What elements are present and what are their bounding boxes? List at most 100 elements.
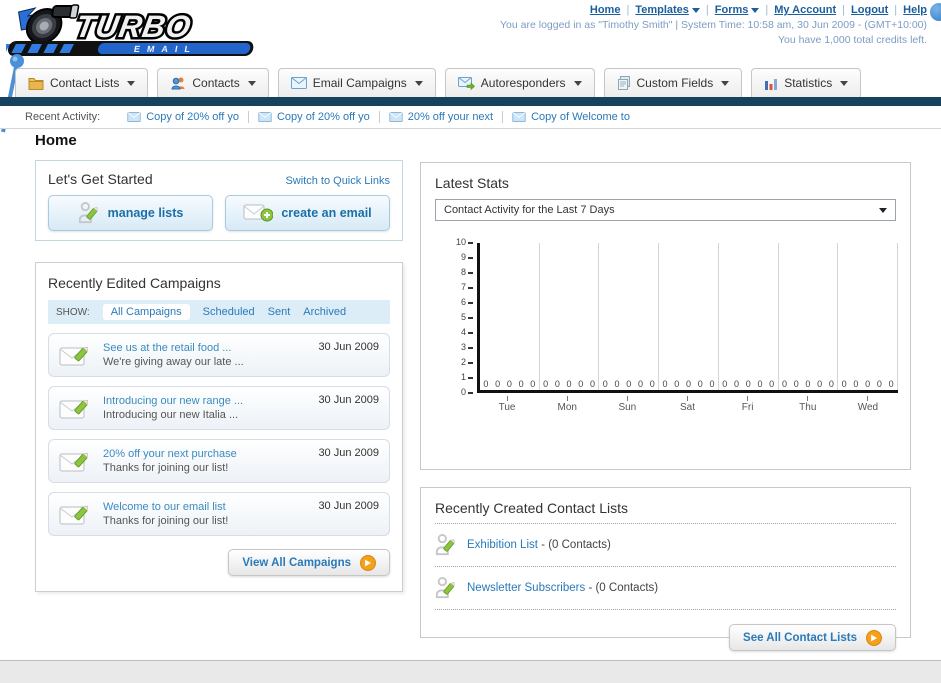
bar-value-label: 0 [566, 379, 572, 389]
contact-list-item[interactable]: Newsletter Subscribers - (0 Contacts) [435, 574, 896, 602]
bar-value-label: 0 [876, 379, 882, 389]
filter-scheduled[interactable]: Scheduled [203, 306, 255, 318]
manage-lists-button[interactable]: manage lists [48, 195, 213, 231]
bar-value-label: 0 [733, 379, 739, 389]
tab-statistics[interactable]: Statistics [751, 68, 862, 97]
bar-value-label: 0 [543, 379, 549, 389]
switch-to-quick-links[interactable]: Switch to Quick Links [285, 175, 390, 187]
bar-value-label: 0 [841, 379, 847, 389]
person-pencil-icon [78, 202, 98, 224]
create-an-email-button[interactable]: create an email [225, 195, 390, 231]
recent-activity-item[interactable]: Copy of 20% off yo [118, 111, 249, 123]
divider [435, 523, 896, 524]
people-icon [171, 77, 185, 90]
recent-activity-item[interactable]: Copy of Welcome to [503, 111, 639, 123]
top-link-forms[interactable]: Forms [715, 4, 749, 16]
chart-group: 00000 [599, 243, 660, 390]
campaign-filter-bar: SHOW: All Campaigns Scheduled Sent Archi… [48, 300, 390, 324]
x-axis-tick-label: Thu [778, 396, 838, 413]
tab-contacts[interactable]: Contacts [157, 68, 269, 97]
get-started-title: Let's Get Started [48, 171, 153, 187]
view-all-campaigns-button[interactable]: View All Campaigns [228, 549, 390, 576]
autoresponder-icon [457, 76, 475, 90]
bar-value-label: 0 [638, 379, 644, 389]
campaign-link[interactable]: Welcome to our email list [103, 500, 308, 514]
bar-value-label: 0 [793, 379, 799, 389]
filter-archived[interactable]: Archived [303, 306, 346, 318]
envelope-pencil-icon [59, 346, 88, 365]
contact-list-item[interactable]: Exhibition List - (0 Contacts) [435, 531, 896, 559]
envelope-pencil-icon [59, 399, 88, 418]
bar-value-label: 0 [745, 379, 751, 389]
campaign-row[interactable]: Introducing our new range ... Introducing… [48, 386, 390, 430]
bar-value-label: 0 [828, 379, 834, 389]
header-right: Home | Templates | Forms | My Account | Logout | H… [500, 4, 927, 46]
chart-group: 00000 [838, 243, 899, 390]
bar-value-label: 0 [722, 379, 728, 389]
campaign-row[interactable]: Welcome to our email list Thanks for join… [48, 492, 390, 536]
x-axis-tick-label: Tue [477, 396, 537, 413]
filter-all-campaigns[interactable]: All Campaigns [102, 304, 190, 320]
contact-list-link[interactable]: Newsletter Subscribers [467, 582, 585, 594]
recent-activity-item[interactable]: Copy of 20% off yo [249, 111, 380, 123]
bar-value-label: 0 [674, 379, 680, 389]
y-axis-tick-label: 3 [461, 342, 473, 352]
recent-activity-item[interactable]: 20% off your next [380, 111, 504, 123]
bar-value-label: 0 [649, 379, 655, 389]
y-axis-tick-label: 1 [461, 372, 473, 382]
campaign-row[interactable]: 20% off your next purchase Thanks for joi… [48, 439, 390, 483]
filter-sent[interactable]: Sent [268, 306, 291, 318]
chevron-down-icon [840, 80, 849, 86]
bar-value-label: 0 [518, 379, 524, 389]
bar-value-label: 0 [805, 379, 811, 389]
help-bubble-icon[interactable] [930, 3, 941, 21]
show-label: SHOW: [56, 306, 90, 318]
envelope-pencil-icon [59, 452, 88, 471]
top-link-logout[interactable]: Logout [851, 4, 888, 16]
svg-text:EMAIL: EMAIL [133, 44, 198, 54]
campaign-row[interactable]: See us at the retail food ... We're givin… [48, 333, 390, 377]
tab-autoresponders[interactable]: Autoresponders [444, 68, 595, 97]
bar-value-label: 0 [614, 379, 620, 389]
campaign-date: 30 Jun 2009 [318, 500, 379, 512]
recently-edited-campaigns-panel: Recently Edited Campaigns SHOW: All Camp… [35, 262, 403, 592]
stats-period-select[interactable]: Contact Activity for the Last 7 Days [435, 199, 896, 221]
top-link-home[interactable]: Home [590, 4, 621, 16]
chevron-down-icon [414, 80, 423, 86]
svg-text:TURBO: TURBO [73, 9, 194, 44]
campaign-subtitle: Introducing our new Italia ... [103, 409, 239, 421]
y-axis-tick-label: 4 [461, 327, 473, 337]
top-link-help[interactable]: Help [903, 4, 927, 16]
y-axis-tick-label: 0 [461, 387, 473, 397]
top-link-templates[interactable]: Templates [635, 4, 689, 16]
chart-group: 00000 [480, 243, 540, 390]
campaign-date: 30 Jun 2009 [318, 447, 379, 459]
y-axis-tick-label: 10 [456, 237, 473, 247]
campaign-link[interactable]: See us at the retail food ... [103, 341, 308, 355]
bar-value-label: 0 [495, 379, 501, 389]
envelope-plus-icon [243, 204, 274, 222]
y-axis-tick-label: 7 [461, 282, 473, 292]
campaign-link[interactable]: 20% off your next purchase [103, 447, 308, 461]
contact-lists-title: Recently Created Contact Lists [435, 500, 628, 516]
bar-value-label: 0 [769, 379, 775, 389]
x-axis-tick-label: Fri [718, 396, 778, 413]
campaign-link[interactable]: Introducing our new range ... [103, 394, 308, 408]
contact-list-link[interactable]: Exhibition List [467, 539, 538, 551]
main-tab-bar: Contact Lists Contacts Email Campaigns A… [15, 68, 862, 97]
app-logo[interactable]: TURBO EMAIL [0, 4, 276, 62]
y-axis-tick-label: 5 [461, 312, 473, 322]
see-all-contact-lists-button[interactable]: See All Contact Lists [729, 624, 896, 651]
page-title: Home [35, 132, 77, 149]
chart-y-axis: 0 1 2 3 4 5 6 7 8 9 10 [435, 237, 475, 397]
bar-value-label: 0 [590, 379, 596, 389]
chart-group: 00000 [719, 243, 779, 390]
person-pencil-icon [435, 534, 455, 556]
folder-icon [28, 77, 44, 90]
top-link-my-account[interactable]: My Account [774, 4, 836, 16]
tab-custom-fields[interactable]: Custom Fields [603, 68, 743, 97]
chart-group: 00000 [540, 243, 600, 390]
tab-email-campaigns[interactable]: Email Campaigns [277, 68, 436, 97]
envelope-icon [389, 112, 403, 122]
tab-contact-lists[interactable]: Contact Lists [15, 68, 149, 97]
